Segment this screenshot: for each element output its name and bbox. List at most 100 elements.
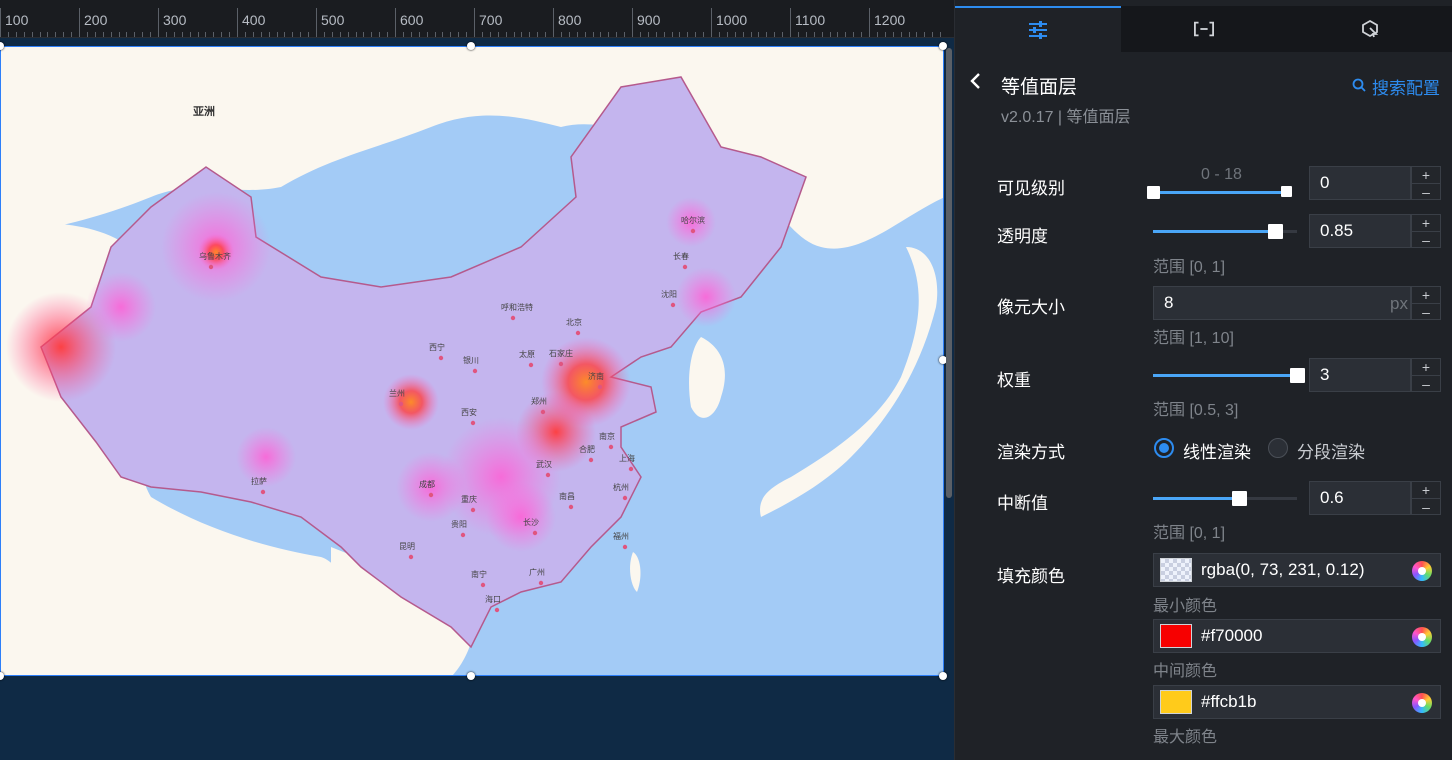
color-wheel-icon[interactable] [1412,561,1432,581]
render-linear-radio[interactable] [1154,438,1174,458]
back-chevron-icon[interactable] [969,72,989,96]
render-linear-label[interactable]: 线性渲染 [1183,438,1251,463]
city-label: 太原 [519,349,535,359]
plus-icon[interactable]: + [1412,215,1440,231]
city-marker [398,401,404,407]
city-marker [260,489,266,495]
ruler-minor-tick [782,32,784,37]
ruler-minor-tick [371,32,373,37]
city-label: 重庆 [461,494,477,504]
ruler-minor-tick [813,32,815,37]
heat-south [486,482,556,552]
visible-level-input[interactable]: 0 [1309,166,1411,200]
min-color-value: rgba(0, 73, 231, 0.12) [1201,560,1365,579]
city-label: 西宁 [429,342,445,352]
city-label: 合肥 [579,444,595,454]
minus-icon[interactable]: – [1412,498,1440,514]
color-wheel-icon[interactable] [1412,693,1432,713]
weight-input[interactable]: 3 [1309,358,1411,392]
render-segment-radio[interactable] [1268,438,1288,458]
resize-handle-bc[interactable] [467,672,475,680]
canvas-area[interactable]: 100 200 300 400 500 600 700 800 900 1000 1100 1200 [0,0,954,760]
ruler-major-tick [316,8,317,37]
city-label: 贵阳 [451,519,467,529]
ruler-minor-tick [71,32,73,37]
mid-break-knob[interactable] [1231,491,1247,506]
ruler-minor-tick [663,32,665,37]
city-label: 长春 [673,251,689,261]
search-icon [1352,77,1366,97]
city-marker [690,228,696,234]
plus-icon[interactable]: + [1412,167,1440,183]
render-segment-label[interactable]: 分段渲染 [1297,438,1365,463]
mid-break-input[interactable]: 0.6 [1309,481,1411,515]
max-color-picker[interactable]: #ffcb1b [1153,685,1441,719]
resize-handle-bl[interactable] [0,672,4,680]
city-label: 北京 [566,317,582,327]
ruler-minor-tick [7,32,9,37]
ruler-minor-tick [521,32,523,37]
ruler-minor-tick [861,32,863,37]
panel-version: v2.0.17 | 等值面层 [1001,109,1131,126]
tab-data[interactable] [1121,6,1287,52]
ruler-minor-tick [268,32,270,37]
minus-icon[interactable]: – [1412,231,1440,247]
ruler-minor-tick [205,32,207,37]
ruler-minor-tick [853,32,855,37]
opacity-knob[interactable] [1267,224,1283,239]
color-wheel-icon[interactable] [1412,627,1432,647]
weight-knob[interactable] [1289,368,1305,383]
ruler-minor-tick [576,32,578,37]
city-label: 上海 [619,453,635,463]
minus-icon[interactable]: – [1412,183,1440,199]
weight-hint: 范围 [0.5, 3] [1153,402,1239,419]
heat-lanzhou [383,374,439,430]
city-label: 福州 [613,532,629,541]
plus-icon[interactable]: + [1412,359,1440,375]
mid-color-swatch [1160,624,1192,648]
city-label: 长沙 [523,517,539,527]
minus-icon[interactable]: – [1412,303,1440,319]
city-marker [622,495,628,501]
resize-handle-br[interactable] [939,672,947,680]
ruler-minor-tick [671,32,673,37]
ruler-minor-tick [513,32,515,37]
min-color-picker[interactable]: rgba(0, 73, 231, 0.12) [1153,553,1441,587]
ruler-label: 800 [558,12,582,28]
ruler-minor-tick [624,32,626,37]
city-label: 济南 [588,371,604,381]
minus-icon[interactable]: – [1412,375,1440,391]
plus-icon[interactable]: + [1412,482,1440,498]
city-marker [208,264,214,270]
mid-break-label: 中断值 [997,494,1048,513]
vertical-scrollbar[interactable] [946,48,952,498]
plus-icon[interactable]: + [1412,287,1440,303]
city-marker [480,582,486,588]
panel-tabs [955,6,1452,52]
opacity-hint: 范围 [0, 1] [1153,259,1226,276]
visible-level-max-knob[interactable] [1281,186,1292,197]
tab-interaction[interactable] [1287,6,1452,52]
opacity-stepper: + – [1411,214,1441,248]
city-label: 拉萨 [251,476,267,486]
ruler-minor-tick [908,32,910,37]
search-config-button[interactable]: 搜索配置 [1352,74,1440,99]
opacity-input[interactable]: 0.85 [1309,214,1411,248]
ruler-minor-tick [924,32,926,37]
pixel-size-hint: 范围 [1, 10] [1153,330,1234,347]
ruler-minor-tick [197,32,199,37]
pixel-size-input[interactable]: 8 [1153,286,1411,320]
tab-style[interactable] [955,6,1121,52]
ruler-minor-tick [55,32,57,37]
ruler-minor-tick [766,32,768,37]
visible-level-min-knob[interactable] [1147,186,1160,199]
ruler-minor-tick [505,32,507,37]
resize-handle-tc[interactable] [467,42,475,50]
fill-color-label: 填充颜色 [997,567,1065,586]
mid-color-picker[interactable]: #f70000 [1153,619,1441,653]
ruler-minor-tick [284,32,286,37]
ruler-minor-tick [126,32,128,37]
opacity-label: 透明度 [997,227,1048,246]
max-color-value: #ffcb1b [1201,692,1257,711]
map-component[interactable]: 亚洲 乌鲁木齐 哈尔滨 长春 沈阳 呼和浩特 北京 太原 石家庄 西宁 兰州 银川 西安 郑州 济南 拉萨 成… [0,46,944,676]
